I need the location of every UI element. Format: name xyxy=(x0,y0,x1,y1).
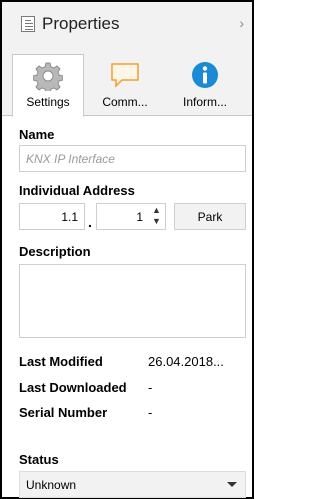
tab-settings-label: Settings xyxy=(26,95,70,109)
properties-panel: Properties › Settings Comm... Inform... … xyxy=(0,0,254,499)
stepper-arrows[interactable]: ▲ ▼ xyxy=(152,204,162,229)
stepper-down-icon[interactable]: ▼ xyxy=(152,217,161,226)
description-field[interactable] xyxy=(19,264,246,338)
panel-header: Properties › xyxy=(2,2,252,46)
stepper-up-icon[interactable]: ▲ xyxy=(152,206,161,215)
last-downloaded-label: Last Downloaded xyxy=(19,380,127,395)
collapse-icon[interactable]: › xyxy=(239,15,244,31)
status-label: Status xyxy=(19,452,59,467)
panel-title: Properties xyxy=(42,14,120,33)
last-modified-label: Last Modified xyxy=(19,354,103,369)
tab-comments-label: Comm... xyxy=(102,95,148,109)
status-dropdown[interactable]: Unknown xyxy=(19,471,246,498)
tab-information-label: Inform... xyxy=(182,95,227,109)
gear-icon xyxy=(32,61,64,94)
area-line-field[interactable]: 1.1 xyxy=(19,203,85,230)
tab-information[interactable]: Inform... xyxy=(166,54,244,116)
serial-number-value: - xyxy=(148,405,153,420)
tab-settings[interactable]: Settings xyxy=(12,54,84,117)
chevron-down-icon xyxy=(227,482,237,487)
description-label: Description xyxy=(19,244,91,259)
individual-address-label: Individual Address xyxy=(19,183,135,198)
tab-comments[interactable]: Comm... xyxy=(86,54,164,116)
tab-bar: Settings Comm... Inform... xyxy=(2,46,252,117)
last-modified-value: 26.04.2018... xyxy=(148,354,224,369)
status-value: Unknown xyxy=(26,478,77,492)
park-button[interactable]: Park xyxy=(174,203,246,230)
properties-icon xyxy=(21,16,35,32)
name-field[interactable]: KNX IP Interface xyxy=(19,145,246,172)
info-icon xyxy=(190,60,220,93)
name-label: Name xyxy=(19,127,55,142)
comment-icon xyxy=(110,60,140,93)
last-downloaded-value: - xyxy=(148,380,153,395)
serial-number-label: Serial Number xyxy=(19,405,108,420)
address-separator: . xyxy=(88,214,92,230)
